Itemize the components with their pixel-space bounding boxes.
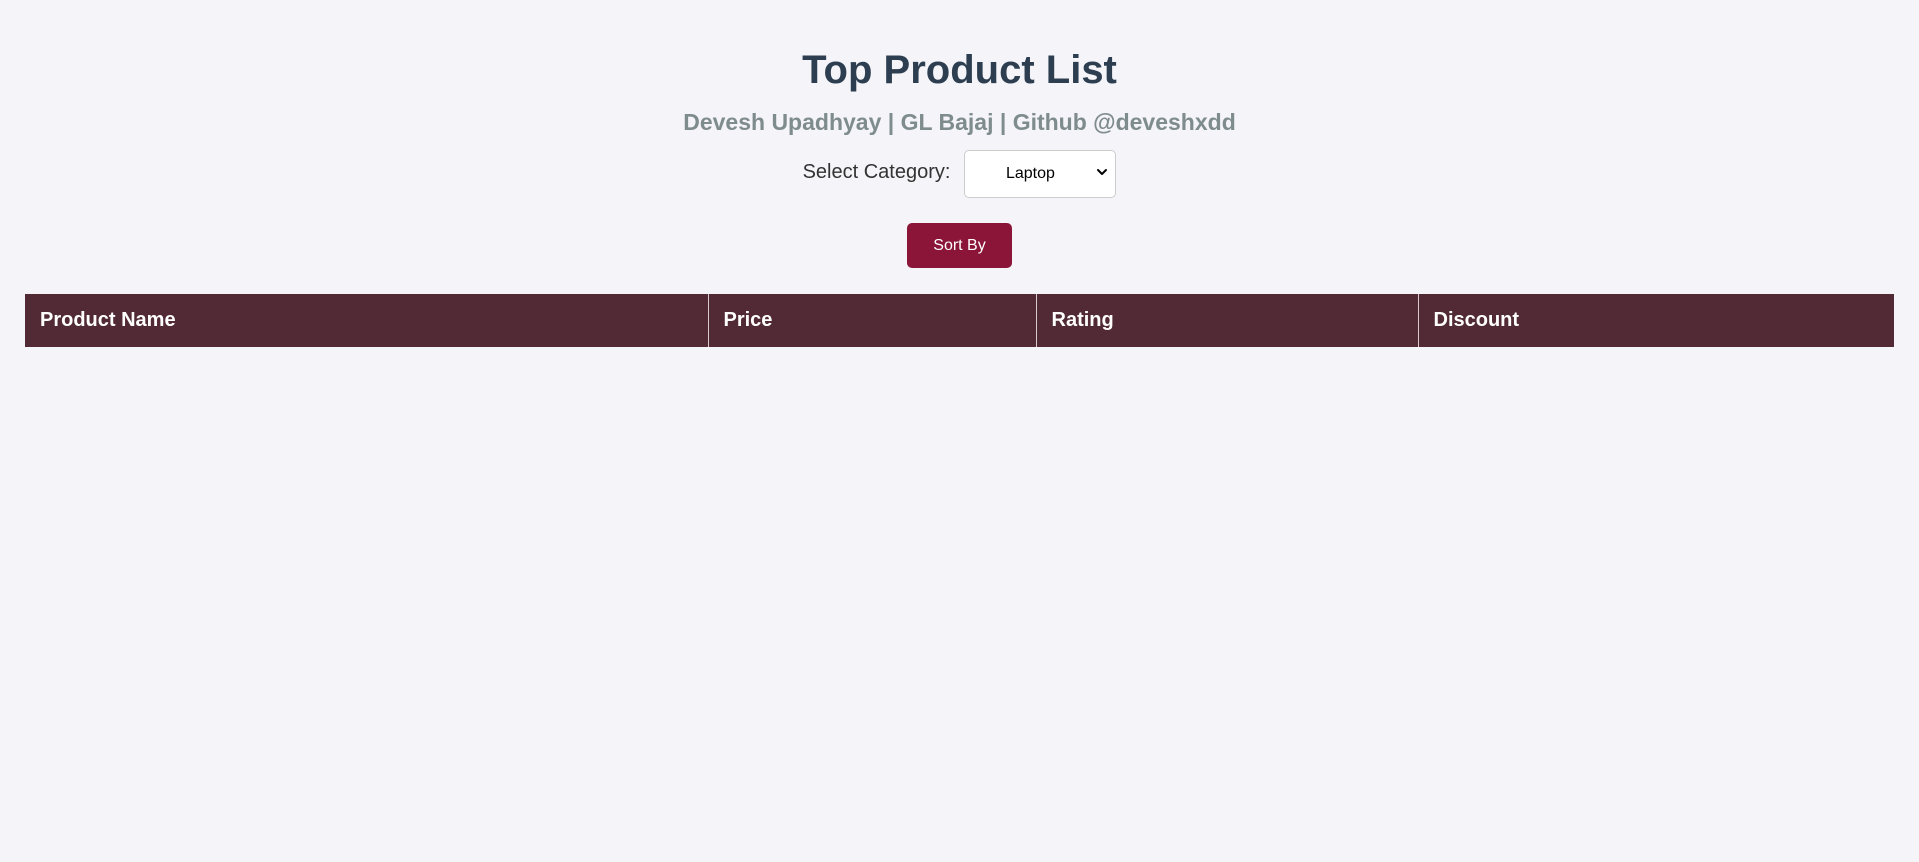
column-header-rating[interactable]: Rating [1035,294,1418,347]
column-header-product-name[interactable]: Product Name [25,294,708,347]
column-header-price[interactable]: Price [707,294,1036,347]
chevron-down-icon [1097,169,1108,175]
sort-row: Sort By [25,223,1894,268]
column-header-discount[interactable]: Discount [1417,294,1894,347]
page: Top Product List Devesh Upadhyay | GL Ba… [0,0,1919,862]
table-header: Product Name Price Rating Discount [25,294,1894,347]
category-select[interactable]: Laptop [964,150,1117,198]
page-subtitle: Devesh Upadhyay | GL Bajaj | Github @dev… [683,109,1236,135]
product-table: Product Name Price Rating Discount [25,294,1894,347]
category-select-value: Laptop [1005,165,1055,182]
sort-by-button[interactable]: Sort By [907,223,1012,268]
category-label: Select Category: [802,161,951,183]
table-header-row: Product Name Price Rating Discount [25,294,1894,347]
category-filter: Select Category: Laptop [25,150,1894,198]
page-title: Top Product List [802,48,1117,92]
